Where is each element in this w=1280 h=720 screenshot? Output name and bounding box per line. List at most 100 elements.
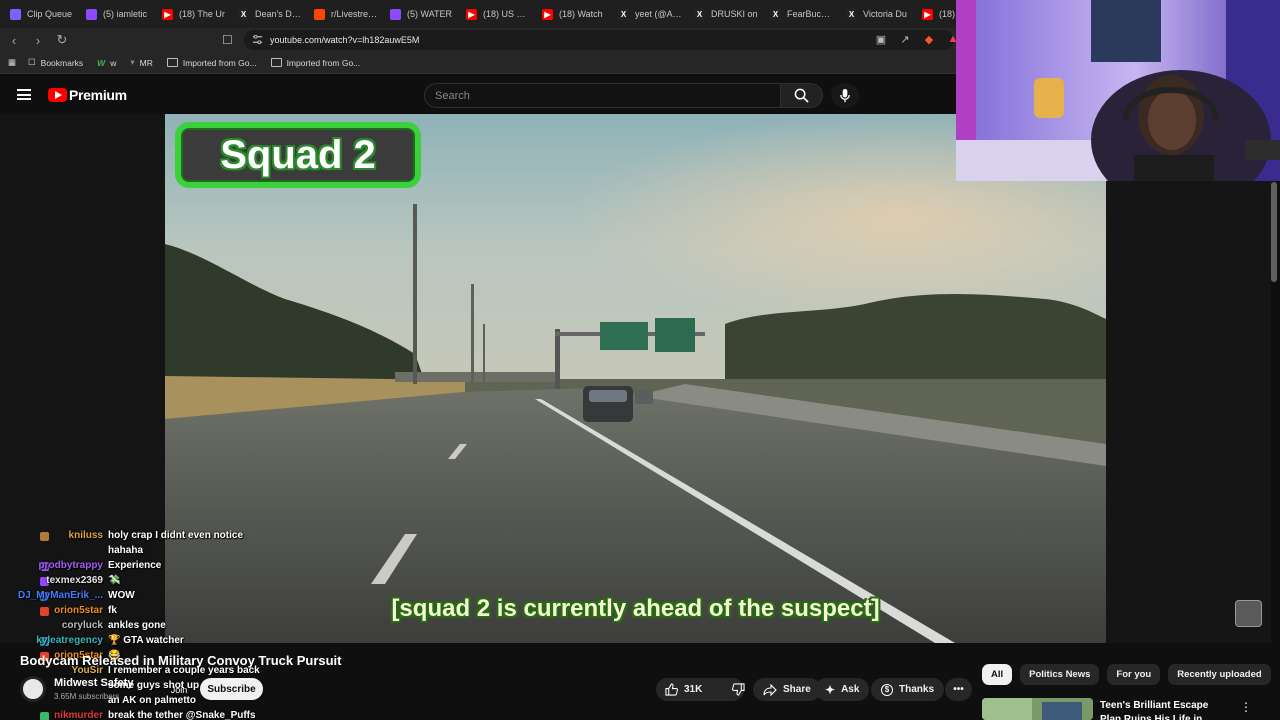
browser-tab[interactable]: X DRUSKI on [688, 3, 764, 25]
browser-tab[interactable]: (5) iamletic [80, 3, 156, 25]
browser-tab[interactable]: r/Livestrean [308, 3, 384, 25]
twitch-icon [86, 8, 97, 20]
folder-icon [270, 58, 282, 67]
browser-tab[interactable]: Clip Queue [4, 3, 80, 25]
voice-search-button[interactable] [831, 83, 859, 108]
browser-tab[interactable]: X FearBuck or [764, 3, 840, 25]
channel-avatar[interactable] [20, 676, 46, 702]
dislike-button[interactable] [723, 678, 754, 701]
tab-label: (18) [939, 9, 956, 19]
more-vertical-icon[interactable]: ⋮ [1240, 700, 1252, 714]
more-actions-button[interactable]: ••• [945, 678, 972, 701]
chat-text: 💸 [108, 575, 121, 586]
tab-label: yeet (@Awk [635, 9, 682, 19]
chat-username[interactable]: kniluss [69, 530, 103, 541]
bookmark-item[interactable]: ☐ Bookmarks [28, 57, 83, 68]
video-frame [165, 114, 1106, 643]
recommended-video-title[interactable]: Teen's Brilliant Escape Plan Ruins His L… [1100, 699, 1230, 720]
chat-username[interactable]: texmex2369 [46, 575, 103, 586]
bookmark-item[interactable]: Imported from Go... [166, 57, 257, 68]
sparkle-icon: ✦ [825, 682, 836, 697]
reddit-icon [314, 8, 325, 20]
thumbs-up-icon [665, 683, 678, 696]
channel-watermark-icon[interactable] [1235, 600, 1262, 627]
tab-label: (5) iamletic [103, 9, 148, 19]
filter-chip[interactable]: All [982, 664, 1013, 685]
toolbar-actions: ▣ ↗ ◆ ▲ [874, 32, 960, 46]
clip-queue-icon [10, 8, 21, 20]
chat-text: ankles gone [108, 620, 166, 631]
folder-icon [166, 58, 178, 67]
browser-tab[interactable]: ▶ (18) Watch [536, 3, 612, 25]
youtube-logo-icon[interactable] [48, 88, 67, 102]
filter-chip[interactable]: Recently uploaded [1168, 664, 1271, 685]
chat-username[interactable]: DJ_MyManErik_... [18, 590, 103, 601]
recommended-video-thumbnail[interactable] [982, 698, 1093, 720]
tab-label: (18) US Mar [483, 9, 530, 19]
share-page-icon[interactable]: ↗ [898, 32, 912, 46]
bookmark-item[interactable]: Ww [97, 58, 116, 68]
subscriber-count: 3.65M subscribers [54, 692, 120, 701]
video-title: Bodycam Released in Military Convoy Truc… [20, 653, 342, 668]
url-text: youtube.com/watch?v=lh182auwE5M [270, 35, 420, 45]
chat-username[interactable]: kyleatregency [36, 635, 103, 646]
like-count: 31K [684, 684, 703, 695]
chat-username[interactable]: prodbytrappy [39, 560, 103, 571]
browser-tab[interactable]: X Dean's Dem [232, 3, 308, 25]
thumbnail-image [982, 698, 1093, 720]
youtube-icon: ▶ [162, 8, 173, 20]
chat-text: WOW [108, 590, 135, 601]
bookmark-label: MR [139, 57, 153, 68]
subscribe-button[interactable]: Subscribe [200, 678, 263, 700]
like-dislike-group: 31K [656, 678, 745, 701]
screen: Clip Queue (5) iamletic ▶ (18) The Ur X Dean'… [0, 0, 1280, 720]
apps-grid-icon[interactable]: ▦ [8, 57, 16, 68]
tab-label: (18) Watch [559, 9, 603, 19]
video-subtitle: [squad 2 is currently ahead of the suspe… [391, 595, 880, 622]
ask-button[interactable]: ✦ Ask [815, 678, 870, 701]
channel-name[interactable]: Midwest Safety [54, 677, 133, 689]
bookmark-star-icon[interactable]: ☐ [222, 33, 236, 47]
search-placeholder: Search [435, 89, 470, 102]
reload-icon[interactable]: ↻ [52, 30, 72, 50]
microphone-icon [840, 88, 850, 103]
chat-username[interactable]: orion5star [54, 605, 103, 616]
x-icon: X [618, 8, 629, 20]
brand-label[interactable]: Premium [69, 87, 127, 103]
x-icon: X [846, 8, 857, 20]
browser-tab[interactable]: (5) WATER [384, 3, 460, 25]
cast-icon[interactable]: ▣ [874, 32, 888, 46]
brave-shield-icon[interactable]: ◆ [922, 32, 936, 46]
like-button[interactable]: 31K [656, 678, 711, 701]
browser-tab[interactable]: Xyeet (@Awk [612, 3, 688, 25]
search-input[interactable]: Search [424, 83, 781, 108]
squad-label-badge: Squad 2 [175, 122, 421, 188]
browser-tab[interactable]: ▶ (18) US Mar [460, 3, 536, 25]
back-icon[interactable]: ‹ [4, 30, 24, 50]
thanks-label: Thanks [899, 684, 935, 695]
super-thanks-icon: $ [881, 683, 893, 696]
menu-icon[interactable] [17, 89, 31, 100]
site-info-icon[interactable] [252, 34, 263, 45]
share-button[interactable]: Share [753, 678, 821, 701]
bookmark-item[interactable]: Imported from Go... [270, 58, 360, 68]
tab-label: (18) The Ur [179, 9, 225, 19]
page-scrollbar[interactable] [1271, 182, 1277, 282]
chat-username[interactable]: coryluck [62, 620, 103, 631]
thanks-button[interactable]: $ Thanks [871, 678, 945, 701]
join-button[interactable]: Join [162, 680, 196, 700]
chat-text: fk [108, 605, 117, 616]
video-player[interactable]: Squad 2 [squad 2 is currently ahead of t… [165, 114, 1106, 643]
bookmark-label: Imported from Go... [182, 57, 257, 68]
browser-tab[interactable]: ▶ (18) The Ur [156, 3, 232, 25]
search-button[interactable] [781, 83, 823, 108]
address-bar[interactable]: youtube.com/watch?v=lh182auwE5M [244, 30, 954, 50]
filter-chip[interactable]: Politics News [1020, 664, 1100, 685]
browser-tab[interactable]: X Victoria Du [840, 3, 916, 25]
x-icon: X [238, 8, 249, 20]
filter-chip[interactable]: For you [1107, 664, 1161, 685]
chat-username[interactable]: nikmurder [54, 710, 103, 720]
bookmark-label: w [110, 57, 117, 68]
forward-icon[interactable]: › [28, 30, 48, 50]
bookmark-item[interactable]: ▾ MR [130, 57, 153, 68]
